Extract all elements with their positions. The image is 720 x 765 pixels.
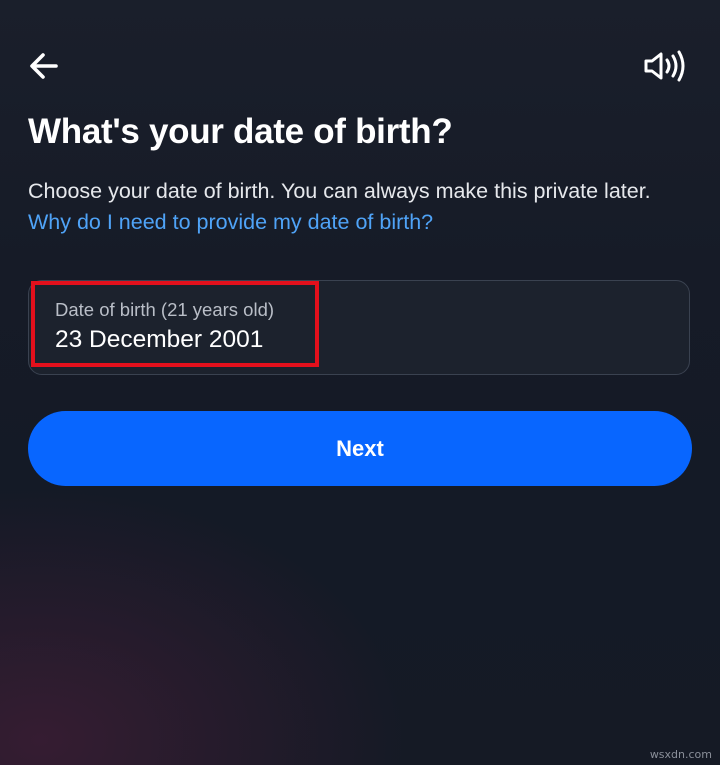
page-description: Choose your date of birth. You can alway… (28, 176, 698, 238)
back-button[interactable] (24, 48, 64, 84)
next-button[interactable]: Next (28, 411, 692, 486)
speaker-volume-icon (644, 50, 685, 82)
watermark: wsxdn.com (649, 748, 712, 761)
sound-button[interactable] (640, 48, 688, 84)
top-bar (0, 42, 720, 92)
date-of-birth-label: Date of birth (21 years old) (55, 299, 275, 320)
arrow-left-icon (30, 53, 58, 79)
description-text: Choose your date of birth. You can alway… (28, 179, 651, 203)
date-of-birth-value: 23 December 2001 (55, 326, 264, 353)
date-of-birth-field[interactable]: Date of birth (21 years old) 23 December… (28, 280, 690, 375)
why-dob-link[interactable]: Why do I need to provide my date of birt… (28, 210, 433, 234)
page-title: What's your date of birth? (28, 112, 453, 151)
